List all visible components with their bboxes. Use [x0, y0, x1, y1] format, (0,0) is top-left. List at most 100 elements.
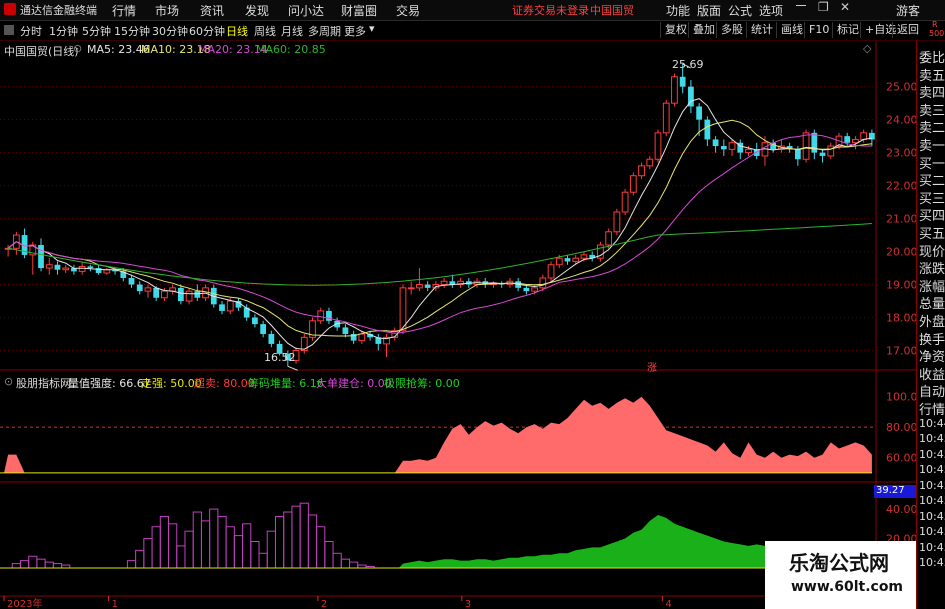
- statistics-button[interactable]: 统计: [746, 22, 777, 38]
- big-order-bar: [299, 502, 309, 569]
- menu-formula[interactable]: 公式: [728, 2, 752, 19]
- indicator-collapse-icon[interactable]: ⊙: [4, 375, 13, 388]
- price-tick-label: 19.00: [886, 279, 916, 292]
- menu-market-quotes[interactable]: 行情: [112, 2, 136, 19]
- big-order-bar: [316, 526, 326, 569]
- period-monthly[interactable]: 月线: [281, 23, 303, 39]
- time-label: 3: [465, 599, 471, 609]
- menu-news[interactable]: 资讯: [200, 2, 224, 19]
- menu-functions[interactable]: 功能: [666, 2, 690, 19]
- candle-body-up: [185, 290, 193, 302]
- watermark-url: www.60lt.com: [791, 579, 904, 595]
- candle-body-down: [136, 284, 143, 292]
- menu-wealth-circle[interactable]: 财富圈: [341, 2, 377, 19]
- candle-body-up: [671, 76, 678, 104]
- candle-body-up: [852, 138, 859, 144]
- period-weekly[interactable]: 周线: [254, 23, 276, 39]
- low-price-label: 16.52: [264, 351, 296, 364]
- candle-body-down: [128, 277, 135, 285]
- guest-label[interactable]: 游客: [896, 2, 920, 19]
- collapse-icon[interactable]: ⊙: [73, 42, 82, 55]
- candle-body-up: [555, 257, 563, 266]
- candle-body-up: [78, 265, 86, 272]
- quote-row-label: 10:45: [919, 556, 945, 570]
- period-timeshare[interactable]: 分时: [20, 23, 42, 39]
- quote-row-label: 买五: [919, 227, 945, 242]
- quote-row-label[interactable]: 行情: [919, 399, 945, 418]
- period-5min[interactable]: 5分钟: [82, 23, 111, 39]
- period-30min[interactable]: 30分钟: [152, 23, 188, 39]
- menu-market[interactable]: 市场: [155, 2, 179, 19]
- big-order-bar: [151, 526, 161, 569]
- chevron-down-icon[interactable]: ▾: [369, 22, 375, 35]
- overlay-button[interactable]: 叠加: [688, 22, 719, 38]
- minimize-icon[interactable]: [796, 5, 806, 6]
- period-toolbar: 分时 1分钟 5分钟 15分钟 30分钟 60分钟 日线 周线 月线 多周期 更…: [0, 20, 945, 41]
- indicator-chip-volume: 筹码堆量: 6.16: [248, 377, 324, 390]
- restore-rights-button[interactable]: 复权: [660, 22, 691, 38]
- big-order-bar: [126, 560, 137, 569]
- indicator-strong: 走强: 50.00: [141, 377, 202, 390]
- candle-body-up: [317, 310, 325, 322]
- candle-body-up: [580, 254, 588, 259]
- period-15min[interactable]: 15分钟: [114, 23, 150, 39]
- chart-area[interactable]: 25.00 24.00 23.00 22.00 21.00 20.00 19.00 18.00…: [0, 41, 916, 609]
- big-order-bar: [225, 526, 235, 569]
- quote-row-label: 卖一: [919, 139, 945, 154]
- period-daily[interactable]: 日线: [226, 23, 248, 39]
- quote-row-label: 买四: [919, 209, 945, 225]
- diamond-icon[interactable]: ◇: [863, 42, 871, 55]
- login-status[interactable]: 证券交易未登录: [512, 2, 589, 18]
- candle-body-down: [326, 310, 332, 321]
- big-order-bar: [274, 515, 285, 569]
- period-60min[interactable]: 60分钟: [189, 23, 225, 39]
- restore-icon[interactable]: ❐: [818, 0, 829, 14]
- candle-body-down: [177, 287, 184, 302]
- quote-row-label[interactable]: 自动: [919, 381, 945, 400]
- candle-body-down: [194, 291, 201, 298]
- candle-body-up: [745, 148, 752, 154]
- quote-row-label: 10:45: [919, 432, 945, 446]
- candle-body-up: [407, 287, 415, 290]
- r-value: 500: [929, 29, 945, 38]
- quote-row-label: 卖四: [919, 86, 945, 102]
- multi-stock-button[interactable]: 多股: [716, 22, 747, 38]
- candle-body-down: [704, 119, 711, 140]
- big-order-bar: [266, 530, 276, 569]
- time-label: 2: [321, 599, 327, 609]
- quote-row-label: 总量: [919, 297, 945, 313]
- f10-button[interactable]: F10: [804, 22, 833, 38]
- period-multi[interactable]: 多周期: [308, 23, 341, 39]
- big-order-bar: [340, 558, 351, 569]
- menu-bar: 通达信金融终端 行情 市场 资讯 发现 问小达 财富圈 交易 证券交易未登录 中…: [0, 0, 945, 21]
- candle-body-down: [720, 146, 727, 150]
- menu-layout[interactable]: 版面: [697, 2, 721, 19]
- period-1min[interactable]: 1分钟: [49, 23, 78, 39]
- mark-button[interactable]: 标记: [832, 22, 863, 38]
- indicator-title[interactable]: 股朋指标网: [16, 375, 71, 391]
- panel-toggle-icon[interactable]: [4, 25, 14, 35]
- quote-row-label: 10:45: [919, 525, 945, 539]
- period-more[interactable]: 更多: [344, 23, 366, 39]
- big-order-bar: [143, 538, 153, 569]
- candle-body-up: [654, 132, 662, 160]
- menu-ask-xiaoda[interactable]: 问小达: [288, 2, 324, 19]
- quote-row-label: 涨跌: [919, 262, 945, 278]
- menu-discover[interactable]: 发现: [245, 2, 269, 19]
- candle-body-up: [572, 257, 580, 262]
- quote-row-label: 现价: [919, 244, 945, 260]
- big-order-bar: [36, 558, 46, 569]
- big-order-bar: [258, 552, 268, 569]
- menu-options[interactable]: 选项: [759, 2, 783, 19]
- close-icon[interactable]: ✕: [840, 0, 850, 14]
- price-tick-label: 23.00: [886, 147, 916, 160]
- stock-chart-title: 中国国贸(日线): [4, 45, 79, 58]
- lower-tick-label: 40.00: [886, 503, 916, 516]
- candle-body-up: [621, 191, 629, 213]
- back-button[interactable]: 返回: [892, 22, 923, 38]
- draw-line-button[interactable]: 画线: [776, 22, 807, 38]
- big-order-bar: [307, 514, 318, 569]
- big-order-bar: [19, 560, 30, 569]
- candle-body-down: [679, 76, 686, 87]
- menu-trade[interactable]: 交易: [396, 2, 420, 19]
